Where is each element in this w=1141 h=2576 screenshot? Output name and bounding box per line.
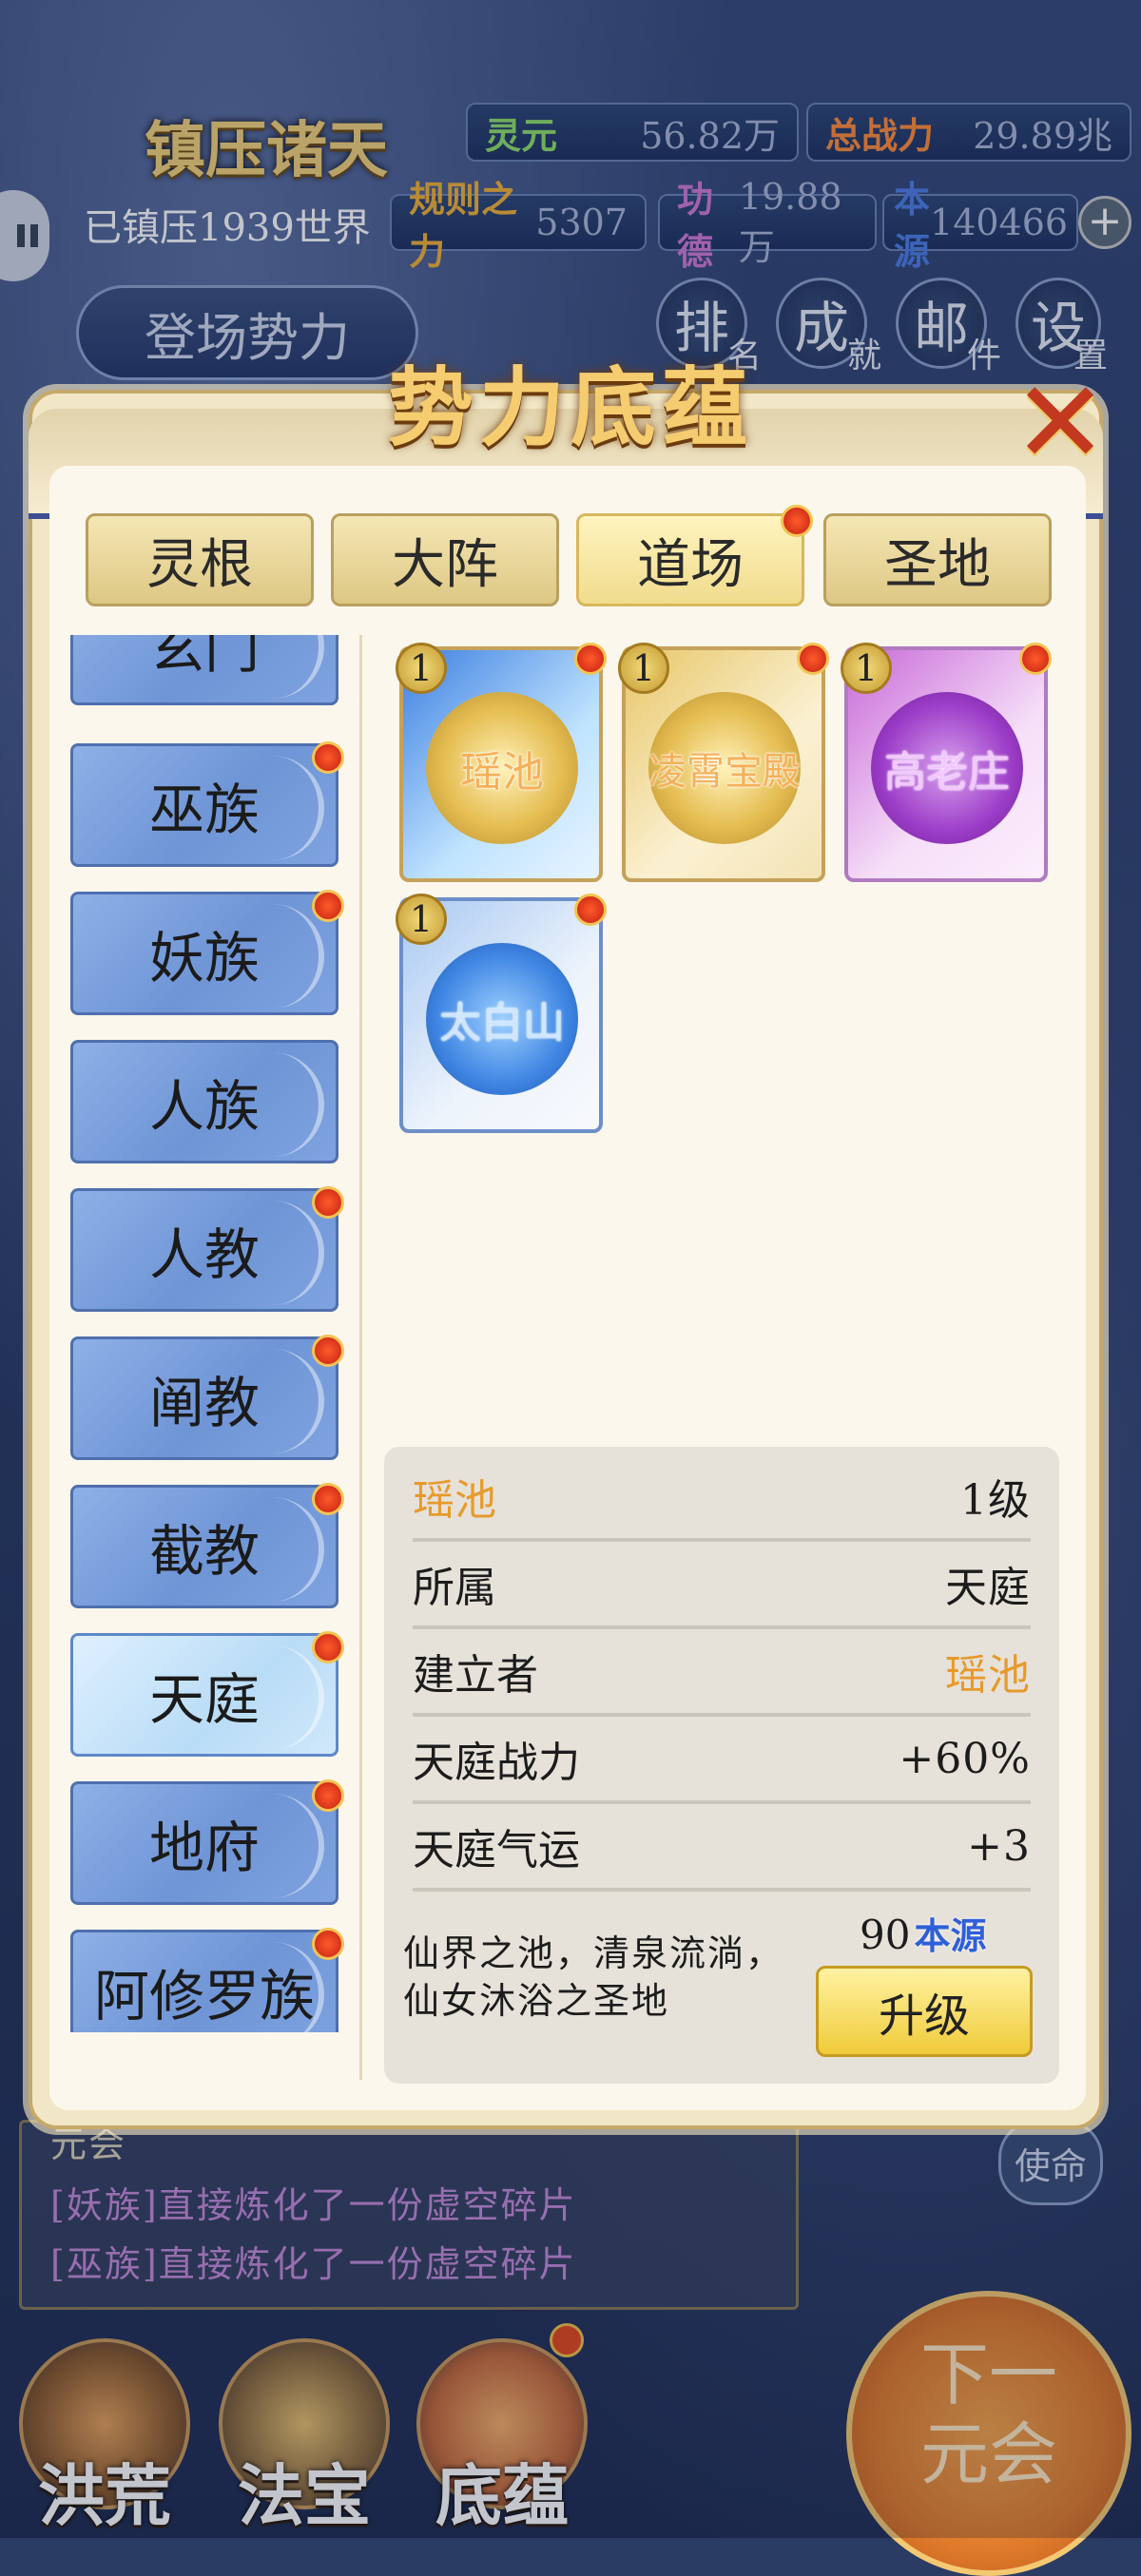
- notification-dot: [312, 1186, 344, 1219]
- notification-dot: [312, 1928, 344, 1960]
- info-row-label: 建立者: [413, 1651, 538, 1700]
- tab-label: 灵根: [146, 533, 253, 596]
- faction-item-jiejiao[interactable]: 截教: [70, 1485, 338, 1608]
- info-row-value: +60%: [899, 1734, 1031, 1783]
- notification-dot: [312, 1483, 344, 1515]
- tab-label: 道场: [637, 533, 744, 596]
- faction-item-chanjiao[interactable]: 阐教: [70, 1336, 338, 1460]
- notification-dot: [574, 894, 607, 926]
- info-row-value: 瑶池: [945, 1651, 1031, 1700]
- faction-item-difu[interactable]: 地府: [70, 1781, 338, 1905]
- info-row-affiliation: 所属 天庭: [413, 1542, 1031, 1629]
- notification-dot: [1019, 643, 1052, 675]
- faction-item-renjiao[interactable]: 人教: [70, 1188, 338, 1312]
- tab-label: 大阵: [392, 533, 498, 596]
- cost-value: 90: [860, 1912, 911, 1958]
- info-row-founder: 建立者 瑶池: [413, 1629, 1031, 1717]
- level-badge: 1: [618, 643, 669, 694]
- upgrade-cost: 90 本源: [860, 1907, 986, 1959]
- level-badge: 1: [396, 894, 447, 945]
- faction-item-renzu[interactable]: 人族: [70, 1040, 338, 1163]
- yaochi-emblem: 瑶池: [426, 692, 578, 844]
- info-header: 瑶池 1级: [413, 1454, 1031, 1542]
- info-row-power: 天庭战力 +60%: [413, 1717, 1031, 1804]
- building-description: 仙界之池，清泉流淌， 仙女沐浴之圣地: [403, 1930, 783, 2025]
- modal-title: 势力底蕴: [388, 357, 753, 458]
- info-row-label: 天庭气运: [413, 1826, 580, 1874]
- tab-linggen[interactable]: 灵根: [86, 513, 314, 606]
- notification-dot: [797, 643, 829, 675]
- taibaishan-emblem: 太白山: [426, 943, 578, 1095]
- building-card-taibaishan[interactable]: 太白山 1: [396, 894, 607, 1133]
- building-card-lingxiao[interactable]: 凌霄宝殿 1: [618, 643, 829, 882]
- info-name: 瑶池: [413, 1476, 496, 1525]
- faction-item-tianting[interactable]: 天庭: [70, 1633, 338, 1757]
- info-row-value: +3: [967, 1821, 1031, 1871]
- info-row-label: 天庭战力: [413, 1739, 580, 1787]
- notification-dot: [312, 1335, 344, 1367]
- notification-dot: [312, 1631, 344, 1663]
- upgrade-button[interactable]: 升级: [816, 1966, 1033, 2057]
- info-row-fortune: 天庭气运 +3: [413, 1804, 1031, 1892]
- faction-item-wuzu[interactable]: 巫族: [70, 743, 338, 867]
- notification-dot: [312, 1779, 344, 1812]
- lingxiao-emblem: 凌霄宝殿: [648, 692, 801, 844]
- notification-dot: [312, 890, 344, 922]
- close-icon[interactable]: ✕: [1008, 367, 1112, 481]
- notification-dot: [574, 643, 607, 675]
- faction-item-yaozu[interactable]: 妖族: [70, 892, 338, 1015]
- level-badge: 1: [396, 643, 447, 694]
- description-line: 仙女沐浴之圣地: [403, 1980, 670, 2022]
- panel-divider: [359, 635, 362, 2080]
- tab-dazhen[interactable]: 大阵: [331, 513, 559, 606]
- faction-list[interactable]: 玄门 巫族 妖族 人族 人教 阐教 截教 天庭 地府 阿修罗族: [57, 635, 361, 2032]
- faction-item-xuanmen[interactable]: 玄门: [70, 635, 338, 705]
- info-level: 1级: [960, 1476, 1031, 1525]
- tab-label: 圣地: [884, 533, 991, 596]
- tab-daochang[interactable]: 道场: [576, 505, 813, 606]
- info-row-label: 所属: [413, 1564, 496, 1612]
- faction-item-axiuluo[interactable]: 阿修罗族: [70, 1930, 338, 2032]
- cost-unit: 本源: [914, 1914, 987, 1957]
- tab-shengdi[interactable]: 圣地: [823, 513, 1052, 606]
- building-card-yaochi[interactable]: 瑶池 1: [396, 643, 607, 882]
- notification-dot: [781, 505, 813, 537]
- building-card-gaolaozhuang[interactable]: 高老庄 1: [841, 643, 1052, 882]
- level-badge: 1: [841, 643, 892, 694]
- gaolaozhuang-emblem: 高老庄: [871, 692, 1023, 844]
- info-row-value: 天庭: [945, 1564, 1031, 1612]
- notification-dot: [312, 741, 344, 774]
- description-line: 仙界之池，清泉流淌，: [403, 1932, 784, 1974]
